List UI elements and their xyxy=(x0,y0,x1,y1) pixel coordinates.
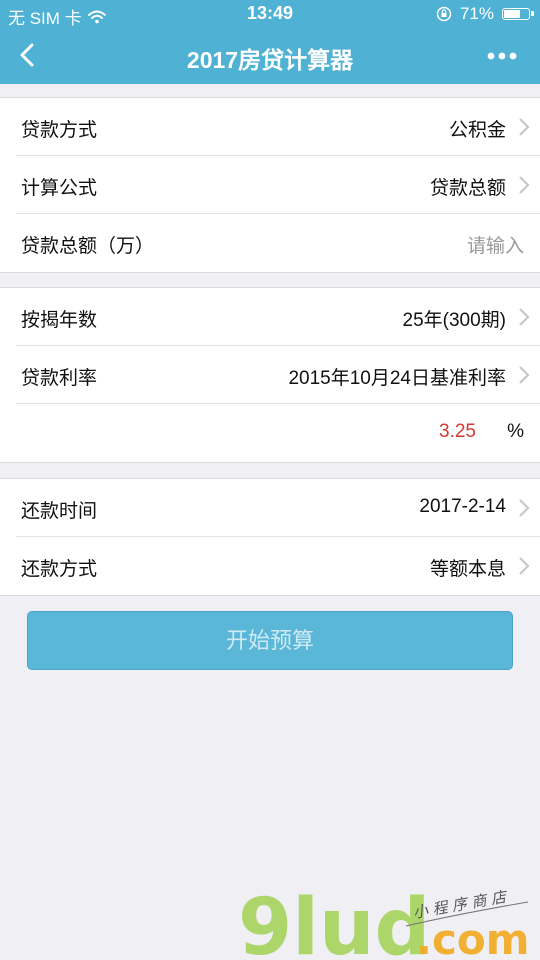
page-title: 2017房贷计算器 xyxy=(186,47,354,73)
repayment-date-value: 2017-2-14 xyxy=(419,496,506,517)
repayment-method-value: 等额本息 xyxy=(429,559,506,580)
repayment-date-label: 还款时间 xyxy=(21,501,98,522)
interest-rate-label: 贷款利率 xyxy=(21,368,98,389)
status-right: 71% xyxy=(436,4,534,24)
formula-value: 贷款总额 xyxy=(429,178,506,199)
loan-amount-row[interactable]: 贷款总额（万） 请输入 xyxy=(16,214,540,272)
repayment-group: 还款时间 2017-2-14 还款方式 等额本息 xyxy=(0,478,540,596)
formula-label: 计算公式 xyxy=(21,178,98,199)
interest-rate-value: 2015年10月24日基准利率 xyxy=(288,368,506,389)
rate-unit-label: % xyxy=(507,421,524,442)
battery-percent: 71% xyxy=(459,4,494,23)
svg-text:.com: .com xyxy=(416,915,529,960)
rate-input-row[interactable]: 3.25 % xyxy=(16,404,540,462)
battery-level xyxy=(504,10,520,18)
mortgage-years-label: 按揭年数 xyxy=(21,310,98,331)
site-watermark-logo: 9lud .com 小 程 序 商 店 xyxy=(238,883,529,960)
chevron-right-icon xyxy=(519,557,530,575)
chevron-right-icon xyxy=(519,308,530,326)
repayment-date-row[interactable]: 还款时间 2017-2-14 xyxy=(16,479,540,537)
rate-input[interactable]: 3.25 xyxy=(439,421,476,443)
start-calculation-button[interactable]: 开始预算 xyxy=(27,611,513,670)
repayment-method-label: 还款方式 xyxy=(21,559,98,580)
loan-type-label: 贷款方式 xyxy=(21,120,98,141)
navigation-bar: 2017房贷计算器 xyxy=(0,28,540,84)
interest-rate-row[interactable]: 贷款利率 2015年10月24日基准利率 xyxy=(16,346,540,404)
svg-text:9lud: 9lud xyxy=(238,883,430,960)
chevron-right-icon xyxy=(519,118,530,136)
loan-amount-input[interactable]: 请输入 xyxy=(467,231,524,258)
chevron-right-icon xyxy=(519,366,530,384)
repayment-method-row[interactable]: 还款方式 等额本息 xyxy=(16,537,540,595)
battery-icon xyxy=(502,8,534,20)
app-header: 无 SIM 卡 13:49 71% 2017房贷计算器 xyxy=(0,0,540,84)
loan-settings-group: 贷款方式 公积金 计算公式 贷款总额 贷款总额（万） 请输入 xyxy=(0,97,540,273)
loan-amount-label: 贷款总额（万） xyxy=(21,236,155,257)
more-dots-icon[interactable] xyxy=(486,46,518,66)
status-bar: 无 SIM 卡 13:49 71% xyxy=(0,0,540,28)
chevron-right-icon xyxy=(519,499,530,517)
chevron-right-icon xyxy=(519,176,530,194)
loan-type-row[interactable]: 贷款方式 公积金 xyxy=(16,98,540,156)
mortgage-years-row[interactable]: 按揭年数 25年(300期) xyxy=(16,288,540,346)
mortgage-years-value: 25年(300期) xyxy=(402,310,507,331)
loan-type-value: 公积金 xyxy=(448,120,506,141)
term-rate-group: 按揭年数 25年(300期) 贷款利率 2015年10月24日基准利率 3.25… xyxy=(0,287,540,463)
orientation-lock-icon xyxy=(436,6,452,22)
formula-row[interactable]: 计算公式 贷款总额 xyxy=(16,156,540,214)
